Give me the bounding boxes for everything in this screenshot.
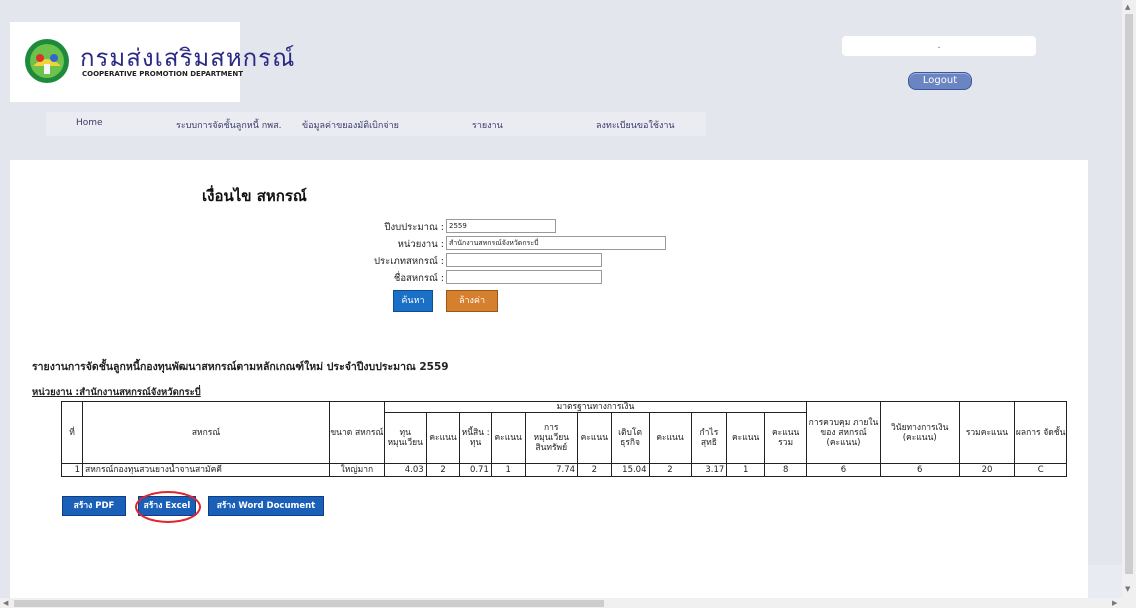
coop-type-input[interactable] — [446, 253, 602, 267]
clear-button[interactable]: ล้างค่า — [446, 290, 498, 312]
fiscal-year-label: ปีงบประมาณ : — [384, 222, 444, 233]
create-word-button[interactable]: สร้าง Word Document — [208, 496, 324, 516]
cell-score2: 1 — [490, 463, 526, 477]
search-button[interactable]: ค้นหา — [393, 290, 433, 312]
cell-capital: 4.03 — [383, 463, 427, 477]
header-score: คะแนน — [425, 412, 461, 464]
scroll-right-icon[interactable]: ▶ — [1112, 598, 1117, 608]
header-asset-turnover: การ หมุนเวียน สินทรัพย์ — [524, 412, 579, 464]
user-info-box: . — [842, 36, 1036, 56]
header-total-score: คะแนน รวม — [764, 412, 808, 464]
header-financial-discipline: วินัยทางการเงิน (คะแนน) — [879, 401, 960, 464]
cell-profit: 3.17 — [690, 463, 728, 477]
main-content: เงื่อนไข สหกรณ์ ปีงบประมาณ : 2559 หน่วยง… — [10, 160, 1088, 598]
cell-debt: 0.71 — [459, 463, 492, 477]
header-financial-standard: มาตรฐานทางการเงิน — [383, 401, 808, 413]
agency-label: หน่วยงาน : — [397, 239, 444, 250]
cell-score1: 2 — [425, 463, 461, 477]
cell-total-score: 8 — [764, 463, 808, 477]
header-sum-score: รวมคะแนน — [958, 401, 1016, 464]
report-table: ที่ สหกรณ์ ขนาด สหกรณ์ มาตรฐานทางการเงิน… — [60, 401, 1067, 477]
header-internal-control: การควบคุม ภายใน ของ สหกรณ์ (คะแนน) — [806, 401, 881, 464]
header-debt-capital: หนี้สิน : ทุน — [459, 412, 492, 464]
horizontal-scroll-thumb[interactable] — [14, 600, 604, 607]
fiscal-year-input[interactable]: 2559 — [446, 219, 556, 233]
scroll-down-icon[interactable]: ▼ — [1125, 584, 1130, 594]
cell-sum: 20 — [958, 463, 1016, 477]
horizontal-scrollbar[interactable]: ◀ ▶ — [0, 598, 1136, 608]
scroll-left-icon[interactable]: ◀ — [3, 598, 8, 608]
coop-type-label: ประเภทสหกรณ์ : — [374, 256, 444, 267]
scroll-up-icon[interactable]: ▲ — [1125, 2, 1130, 12]
cell-growth: 15.04 — [610, 463, 650, 477]
cell-score5: 1 — [726, 463, 766, 477]
coop-name-label: ชื่อสหกรณ์ : — [393, 273, 444, 284]
page-title: เงื่อนไข สหกรณ์ — [202, 187, 307, 205]
report-title: รายงานการจัดชั้นลูกหนี้กองทุนพัฒนาสหกรณ์… — [32, 361, 449, 373]
logo-english-text: COOPERATIVE PROMOTION DEPARTMENT — [82, 70, 243, 78]
vertical-scrollbar[interactable]: ▲ ▼ — [1122, 0, 1136, 598]
cell-size: ใหญ่มาก — [329, 463, 385, 477]
report-unit: หน่วยงาน :สำนักงานสหกรณ์จังหวัดกระบี่ — [32, 387, 201, 398]
header-net-profit: กำไร สุทธิ — [690, 412, 728, 464]
table-row: 1 สหกรณ์กองทุนสวนยางน้ำจานสามัคคี ใหญ่มา… — [60, 463, 1067, 477]
cooperative-emblem-icon — [25, 39, 69, 83]
nav-disbursement-data[interactable]: ข้อมูลค่าขยองมัติเบิกจ่าย — [302, 118, 399, 132]
header-score: คะแนน — [577, 412, 612, 464]
logout-button[interactable]: Logout — [908, 72, 972, 90]
cell-control: 6 — [806, 463, 881, 477]
header-capital: ทุน หมุนเวียน — [383, 412, 427, 464]
header-coop: สหกรณ์ — [82, 401, 331, 464]
header-size: ขนาด สหกรณ์ — [329, 401, 385, 464]
cell-discipline: 6 — [879, 463, 960, 477]
create-pdf-button[interactable]: สร้าง PDF — [62, 496, 126, 516]
cell-score3: 2 — [577, 463, 612, 477]
nav-register[interactable]: ลงทะเบียนขอใช้งาน — [596, 118, 675, 132]
header-no: ที่ — [60, 401, 84, 464]
agency-input[interactable]: สำนักงานสหกรณ์จังหวัดกระบี่ — [446, 236, 666, 250]
cell-turnover: 7.74 — [524, 463, 579, 477]
logo-panel: กรมส่งเสริมสหกรณ์ COOPERATIVE PROMOTION … — [10, 22, 294, 102]
highlight-ellipse — [135, 491, 201, 523]
side-panel-strip — [1088, 565, 1122, 598]
header-score: คะแนน — [490, 412, 526, 464]
coop-name-input[interactable] — [446, 270, 602, 284]
header-score: คะแนน — [726, 412, 766, 464]
nav-home[interactable]: Home — [76, 118, 103, 128]
nav-reports[interactable]: รายงาน — [472, 118, 503, 132]
cell-no: 1 — [60, 463, 84, 477]
vertical-scroll-thumb[interactable] — [1125, 14, 1133, 574]
nav-classification-system[interactable]: ระบบการจัดชั้นลูกหนี้ กพส. — [176, 118, 281, 132]
cell-score4: 2 — [648, 463, 692, 477]
header-result: ผลการ จัดชั้น — [1014, 401, 1067, 464]
header-score: คะแนน — [648, 412, 692, 464]
header-business-growth: เติบโต ธุรกิจ — [610, 412, 650, 464]
cell-result: C — [1014, 463, 1067, 477]
cell-coop: สหกรณ์กองทุนสวนยางน้ำจานสามัคคี — [82, 463, 331, 477]
main-navbar: Home ระบบการจัดชั้นลูกหนี้ กพส. ข้อมูลค่… — [46, 112, 706, 136]
